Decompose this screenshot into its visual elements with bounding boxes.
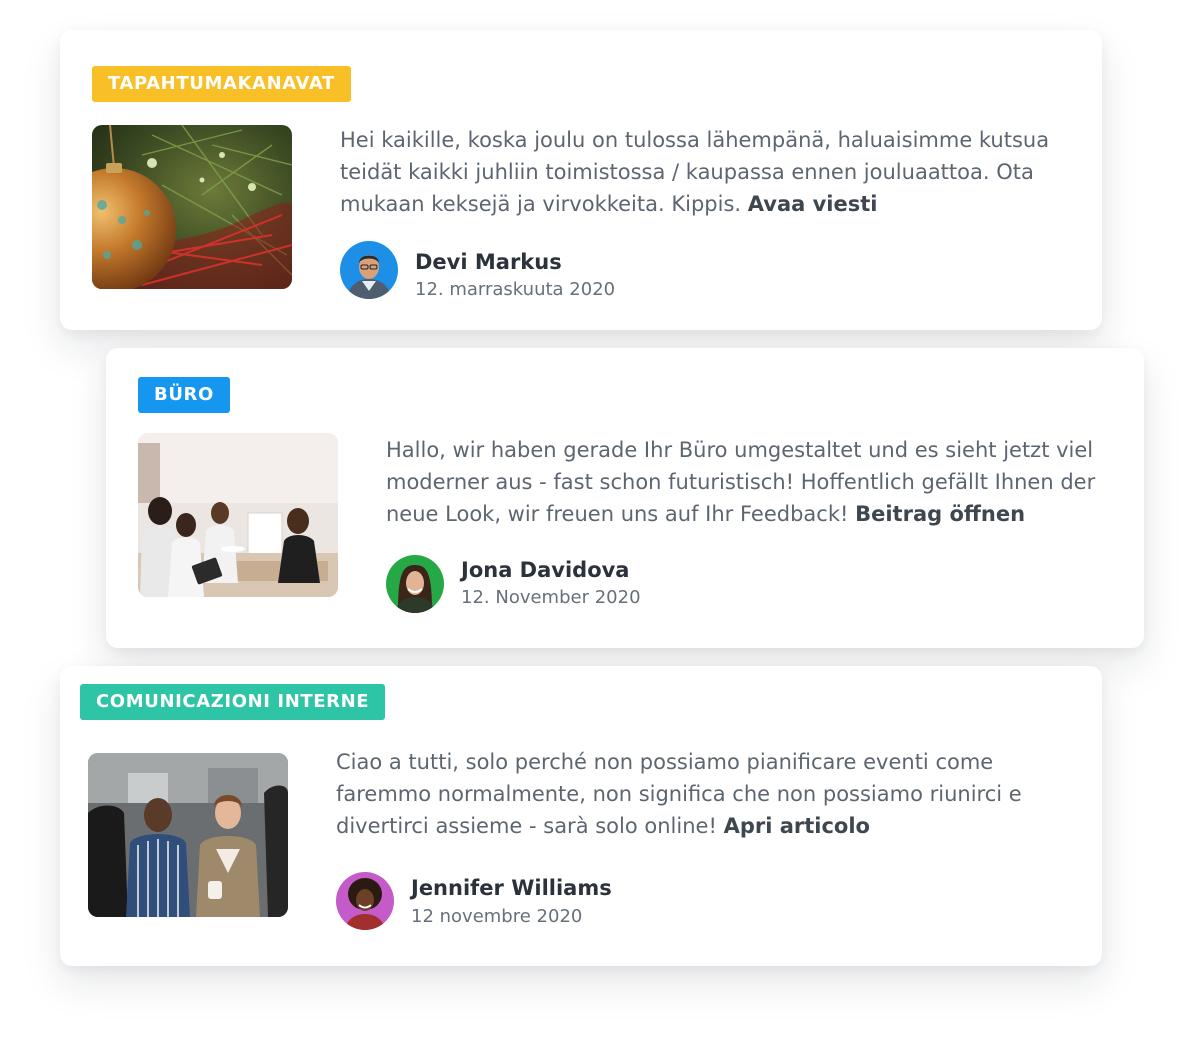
open-post-link[interactable]: Apri articolo xyxy=(724,814,870,838)
channel-badge[interactable]: BÜRO xyxy=(138,377,230,413)
post-date: 12. November 2020 xyxy=(461,587,641,608)
post-card[interactable]: COMUNICAZIONI INTERNE Ciao a tutti, solo… xyxy=(60,666,1102,966)
office-meeting-image xyxy=(138,433,338,597)
post-image[interactable] xyxy=(92,125,292,289)
post-image[interactable] xyxy=(138,433,338,597)
post-message: Hallo, wir haben gerade Ihr Büro umgesta… xyxy=(386,434,1116,530)
avatar[interactable] xyxy=(340,241,398,299)
post-message: Hei kaikille, koska joulu on tulossa läh… xyxy=(340,124,1064,220)
christmas-ornament-image xyxy=(92,125,292,289)
post-date: 12 novembre 2020 xyxy=(411,906,583,927)
author-name: Jona Davidova xyxy=(461,558,630,582)
author-photo xyxy=(340,241,398,299)
open-post-link[interactable]: Beitrag öffnen xyxy=(855,502,1025,526)
team-event-image xyxy=(88,753,288,917)
post-image[interactable] xyxy=(88,753,288,917)
post-message: Ciao a tutti, solo perché non possiamo p… xyxy=(336,746,1060,842)
author-photo xyxy=(336,872,394,930)
author-name: Jennifer Williams xyxy=(411,876,612,900)
channel-badge[interactable]: COMUNICAZIONI INTERNE xyxy=(80,684,386,720)
channel-badge[interactable]: TAPAHTUMAKANAVAT xyxy=(92,66,351,102)
avatar[interactable] xyxy=(336,872,394,930)
author-photo xyxy=(386,555,444,613)
post-date: 12. marraskuuta 2020 xyxy=(415,279,616,300)
open-post-link[interactable]: Avaa viesti xyxy=(748,192,878,216)
avatar[interactable] xyxy=(386,555,444,613)
post-card[interactable]: TAPAHTUMAKANAVAT Hei kaikille, koska jou… xyxy=(60,30,1102,330)
author-name: Devi Markus xyxy=(415,250,562,274)
post-message-text: Hei kaikille, koska joulu on tulossa läh… xyxy=(340,128,1050,216)
post-card[interactable]: BÜRO Hallo, wir haben gerade Ihr Büro um… xyxy=(106,348,1144,648)
post-message-text: Ciao a tutti, solo perché non possiamo p… xyxy=(336,750,1022,838)
